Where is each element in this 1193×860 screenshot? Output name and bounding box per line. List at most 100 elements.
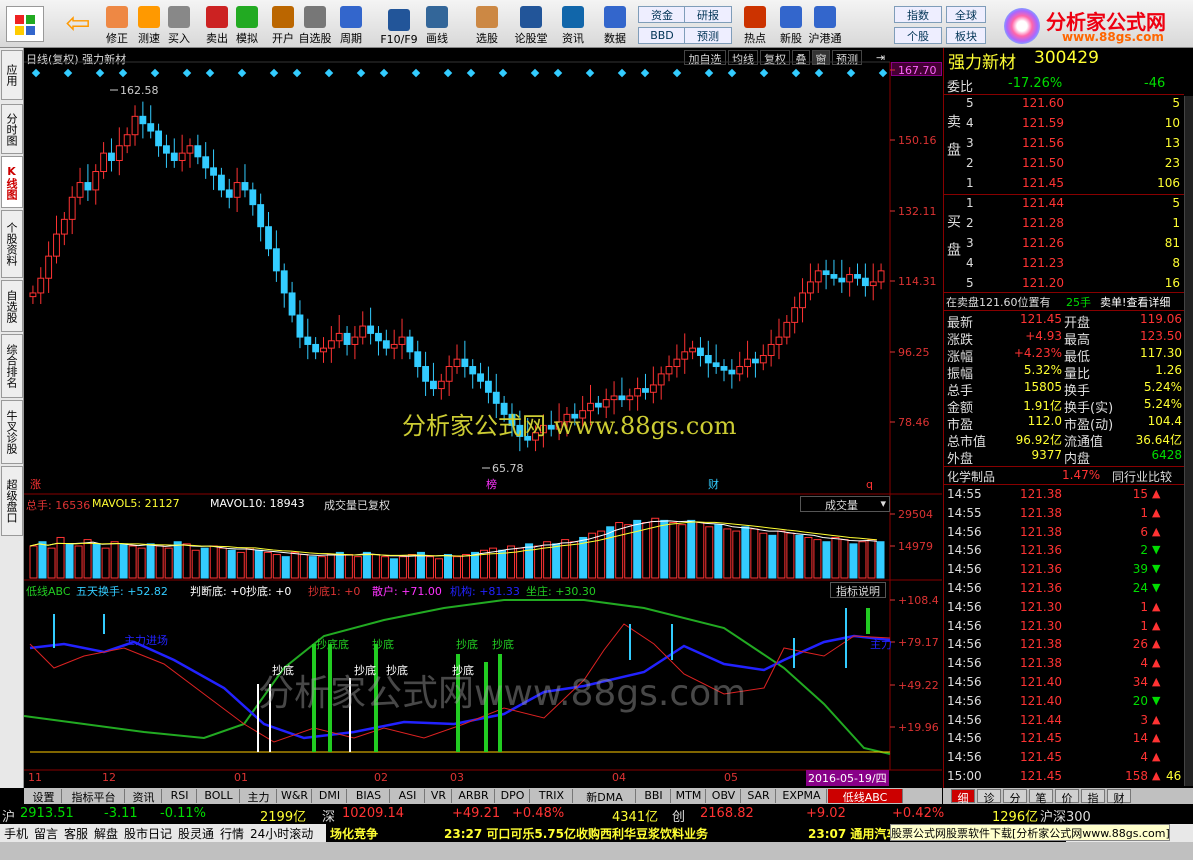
- event-diamond-marker[interactable]: [356, 68, 366, 78]
- left-tab-5[interactable]: 综合排名: [1, 334, 23, 398]
- toolbar-button-8[interactable]: F10/F9: [380, 4, 418, 46]
- quote-tab-6[interactable]: 财: [1107, 789, 1131, 805]
- event-diamond-marker[interactable]: [411, 68, 421, 78]
- toolbar-button-9[interactable]: 画线: [420, 4, 454, 46]
- indicator-tab-16[interactable]: MTM: [672, 789, 706, 803]
- event-diamond-marker[interactable]: [95, 68, 105, 78]
- indicator-tab-4[interactable]: BOLL: [198, 789, 240, 803]
- toolbar-button-1[interactable]: 测速: [132, 4, 166, 46]
- toolbar-box-2[interactable]: 研报: [684, 6, 732, 23]
- toolbar-button-16[interactable]: 沪港通: [808, 4, 842, 46]
- quote-scrollbar[interactable]: [1184, 96, 1193, 786]
- event-diamond-marker[interactable]: [150, 68, 160, 78]
- toolbar-button-7[interactable]: 周期: [334, 4, 368, 46]
- event-diamond-marker[interactable]: [640, 68, 650, 78]
- indicator-tab-1[interactable]: 指标平台: [63, 789, 125, 804]
- left-tab-2[interactable]: K线图: [1, 156, 23, 208]
- back-arrow-icon[interactable]: ⇦: [58, 6, 98, 44]
- event-diamond-marker[interactable]: [324, 68, 334, 78]
- app-logo-icon[interactable]: [6, 6, 44, 42]
- indicator-tab-10[interactable]: VR: [426, 789, 452, 803]
- status-link-1[interactable]: 留言: [34, 825, 58, 842]
- toolbar-button-12[interactable]: 资讯: [556, 4, 590, 46]
- news-item-0[interactable]: 场化竞争: [330, 825, 378, 842]
- status-link-4[interactable]: 股市日记: [124, 825, 172, 842]
- toolbar-box-6[interactable]: 全球: [946, 6, 986, 23]
- indicator-tab-15[interactable]: BBI: [637, 789, 671, 803]
- toolbar-box-5[interactable]: 个股: [894, 27, 942, 44]
- event-diamond-marker[interactable]: [878, 68, 888, 78]
- indicator-tab-17[interactable]: OBV: [707, 789, 741, 803]
- event-diamond-marker[interactable]: [672, 68, 682, 78]
- indicator-tab-11[interactable]: ARBR: [453, 789, 495, 803]
- toolbar-button-3[interactable]: 卖出: [200, 4, 234, 46]
- toolbar-button-15[interactable]: 新股: [774, 4, 808, 46]
- event-diamond-marker[interactable]: [704, 68, 714, 78]
- event-diamond-marker[interactable]: [443, 68, 453, 78]
- indicator-tab-0[interactable]: 设置: [26, 789, 62, 804]
- toolbar-box-7[interactable]: 板块: [946, 27, 986, 44]
- news-item-1[interactable]: 23:27 可口可乐5.75亿收购西利华豆浆饮料业务: [444, 825, 708, 842]
- indicator-help-button[interactable]: 指标说明: [830, 582, 886, 598]
- event-diamond-marker[interactable]: [205, 68, 215, 78]
- indicator-tab-7[interactable]: DMI: [313, 789, 347, 803]
- event-diamond-marker[interactable]: [466, 68, 476, 78]
- event-diamond-marker[interactable]: [727, 68, 737, 78]
- event-diamond-marker[interactable]: [237, 68, 247, 78]
- event-diamond-marker[interactable]: [379, 68, 389, 78]
- quote-tab-3[interactable]: 笔: [1029, 789, 1053, 805]
- indicator-tab-2[interactable]: 资讯: [126, 789, 162, 804]
- indicator-tab-3[interactable]: RSI: [163, 789, 197, 803]
- news-item-2[interactable]: 23:07 通用汽车: [808, 825, 898, 842]
- indicator-tab-20[interactable]: 低线ABC: [828, 789, 903, 804]
- status-link-0[interactable]: 手机: [4, 825, 28, 842]
- indicator-tab-14[interactable]: 新DMA: [574, 789, 636, 804]
- left-tab-0[interactable]: 应用: [1, 50, 23, 100]
- event-diamond-marker[interactable]: [530, 68, 540, 78]
- event-diamond-marker[interactable]: [182, 68, 192, 78]
- event-diamond-marker[interactable]: [759, 68, 769, 78]
- indicator-tab-13[interactable]: TRIX: [531, 789, 573, 803]
- status-link-3[interactable]: 解盘: [94, 825, 118, 842]
- event-diamond-marker[interactable]: [791, 68, 801, 78]
- event-diamond-marker[interactable]: [63, 68, 73, 78]
- toolbar-box-1[interactable]: BBD: [638, 27, 686, 44]
- industry-compare-link[interactable]: 同行业比较: [1112, 468, 1172, 485]
- toolbar-box-3[interactable]: 预测: [684, 27, 732, 44]
- event-diamond-marker[interactable]: [585, 68, 595, 78]
- quote-tab-5[interactable]: 指: [1081, 789, 1105, 805]
- toolbar-button-11[interactable]: 论股堂: [514, 4, 548, 46]
- event-diamond-marker[interactable]: [498, 68, 508, 78]
- volume-type-select[interactable]: 成交量 ▾: [800, 496, 890, 512]
- event-diamond-marker[interactable]: [846, 68, 856, 78]
- toolbar-button-2[interactable]: 买入: [162, 4, 196, 46]
- indicator-tab-6[interactable]: W&R: [278, 789, 312, 803]
- toolbar-button-5[interactable]: 开户: [266, 4, 300, 46]
- indicator-tab-18[interactable]: SAR: [742, 789, 776, 803]
- event-diamond-marker[interactable]: [292, 68, 302, 78]
- status-link-6[interactable]: 行情: [220, 825, 244, 842]
- event-diamond-marker[interactable]: [31, 68, 41, 78]
- toolbar-button-14[interactable]: 热点: [738, 4, 772, 46]
- ad-banner[interactable]: 股票公式网股票软件下载[分析家公式网www.88gs.com]: [890, 824, 1170, 841]
- order-notice-link[interactable]: 卖单!查看详细: [1100, 294, 1170, 310]
- kline-chart-area[interactable]: 日线(复权) 强力新材 加自选 均线 复权叠窗预测 ⇥ 167.70 150.16 13…: [24, 48, 942, 788]
- indicator-tab-19[interactable]: EXPMA: [777, 789, 827, 803]
- toolbar-box-0[interactable]: 资金: [638, 6, 686, 23]
- left-tab-4[interactable]: 自选股: [1, 280, 23, 332]
- status-link-5[interactable]: 股灵通: [178, 825, 214, 842]
- left-tab-3[interactable]: 个股资料: [1, 210, 23, 278]
- indicator-tab-9[interactable]: ASI: [391, 789, 425, 803]
- indicator-tab-8[interactable]: BIAS: [348, 789, 390, 803]
- quote-tab-0[interactable]: 细: [951, 789, 975, 805]
- quote-tab-2[interactable]: 分: [1003, 789, 1027, 805]
- quote-tab-4[interactable]: 价: [1055, 789, 1079, 805]
- event-diamond-marker[interactable]: [617, 68, 627, 78]
- indicator-tab-5[interactable]: 主力: [241, 789, 277, 804]
- event-diamond-marker[interactable]: [814, 68, 824, 78]
- left-tab-1[interactable]: 分时图: [1, 104, 23, 154]
- event-diamond-marker[interactable]: [553, 68, 563, 78]
- indicator-tab-12[interactable]: DPO: [496, 789, 530, 803]
- status-link-2[interactable]: 客服: [64, 825, 88, 842]
- toolbar-button-13[interactable]: 数据: [598, 4, 632, 46]
